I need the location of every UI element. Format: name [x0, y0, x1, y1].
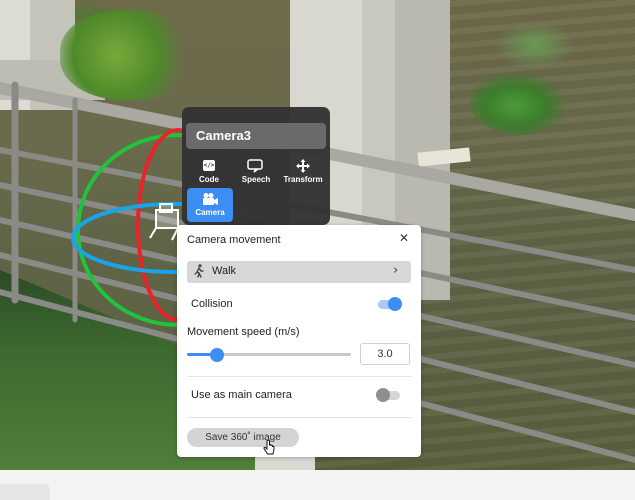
speech-button[interactable]: Speech	[233, 155, 279, 189]
chevron-right-icon: ›	[393, 263, 399, 278]
camera-button[interactable]: Camera	[187, 188, 233, 222]
close-icon[interactable]: ✕	[399, 231, 409, 245]
bottom-bar	[0, 470, 635, 500]
object-toolbar: Camera3 </> Code Speech Transform Camera	[182, 107, 330, 225]
main-camera-toggle[interactable]	[376, 388, 400, 402]
walking-person-icon	[193, 264, 205, 281]
camera-label: Camera	[195, 208, 225, 217]
camera-movement-panel: Camera movement ✕ Walk › Collision Movem…	[177, 225, 421, 457]
movement-speed-input[interactable]: 3.0	[360, 343, 410, 365]
bottom-tab[interactable]	[0, 484, 50, 500]
movement-mode-select[interactable]: Walk ›	[187, 261, 411, 283]
movement-speed-slider-knob[interactable]	[210, 348, 224, 362]
transform-label: Transform	[283, 175, 323, 184]
transform-button[interactable]: Transform	[280, 155, 326, 189]
speech-label: Speech	[241, 175, 271, 184]
main-camera-label: Use as main camera	[191, 389, 292, 401]
code-button[interactable]: </> Code	[186, 155, 232, 189]
code-icon: </>	[203, 160, 215, 172]
object-name-field[interactable]: Camera3	[186, 123, 326, 149]
collision-toggle[interactable]	[378, 297, 402, 311]
save-360-image-button[interactable]: Save 360˚ image	[187, 428, 299, 447]
divider	[187, 417, 411, 418]
video-camera-icon	[187, 188, 233, 208]
movement-mode-label: Walk	[212, 265, 237, 277]
code-label: Code	[199, 175, 219, 184]
hand-pointer-cursor-icon	[263, 439, 275, 460]
divider	[187, 376, 411, 377]
collision-label: Collision	[191, 298, 233, 310]
speech-bubble-icon	[233, 155, 279, 175]
panel-title: Camera movement	[187, 234, 281, 246]
movement-speed-label: Movement speed (m/s)	[187, 326, 300, 338]
main-camera-toggle-knob	[376, 388, 390, 402]
collision-toggle-knob	[388, 297, 402, 311]
move-arrows-icon	[280, 155, 326, 175]
movement-speed-slider[interactable]	[187, 348, 351, 362]
